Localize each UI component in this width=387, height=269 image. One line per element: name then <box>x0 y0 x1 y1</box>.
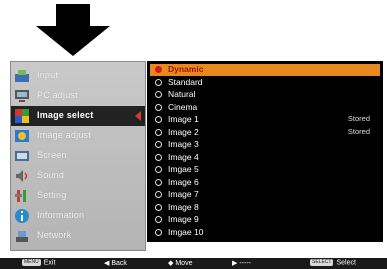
radio-icon <box>155 203 162 211</box>
down-arrow-icon <box>36 4 110 56</box>
move-hint[interactable]: ◆ Move <box>168 259 192 267</box>
image-select-icon <box>15 109 29 123</box>
option-image-5[interactable]: Imgae 5 <box>150 164 380 176</box>
sound-icon <box>16 170 28 182</box>
information-icon <box>15 209 29 223</box>
image-adjust-icon <box>15 130 29 142</box>
option-image-1[interactable]: Image 1 Stored <box>150 114 380 126</box>
sidebar-item-label: Screen <box>37 150 67 160</box>
select-label: Select <box>336 259 356 267</box>
sidebar-item-label: Setting <box>37 190 67 200</box>
sidebar-item-label: Image select <box>37 110 94 120</box>
image-mode-list: Dynamic Standard Natural Cinema Image 1 … <box>147 61 383 242</box>
right-arrow-icon: ▶ <box>232 260 238 267</box>
option-label: Cinema <box>168 101 198 112</box>
option-label: Natural <box>168 89 196 99</box>
sidebar-item-information[interactable]: Information <box>11 206 145 226</box>
move-arrows-icon: ◆ <box>168 260 174 267</box>
option-label: Image 7 <box>168 189 199 199</box>
radio-icon <box>155 103 162 111</box>
radio-icon <box>155 128 162 136</box>
option-image-6[interactable]: Image 6 <box>150 177 380 189</box>
option-status: Stored <box>347 126 370 136</box>
back-label: Back <box>111 260 127 267</box>
option-status: Stored <box>347 114 370 123</box>
active-marker <box>135 111 141 121</box>
option-image-10[interactable]: Imgae 10 <box>150 227 380 239</box>
sidebar-item-sound[interactable]: Sound <box>11 166 145 186</box>
back-hint[interactable]: ◀ Back <box>104 259 127 267</box>
option-image-9[interactable]: Image 9 <box>150 214 380 226</box>
next-label: ----- <box>239 260 251 267</box>
sidebar-item-screen[interactable]: Screen <box>11 146 145 166</box>
move-label: Move <box>175 260 193 267</box>
radio-icon <box>155 228 162 236</box>
exit-hint[interactable]: MENU Exit <box>22 259 55 266</box>
option-image-4[interactable]: Image 4 <box>150 152 380 164</box>
option-dynamic[interactable]: Dynamic <box>150 64 380 76</box>
main-menu-sidebar: Input PC adjust Image select Image adjus… <box>10 61 146 251</box>
option-label: Image 9 <box>168 214 199 224</box>
sidebar-item-setting[interactable]: Setting <box>11 186 145 206</box>
radio-icon <box>155 91 162 98</box>
pc-adjust-icon <box>15 90 29 102</box>
projector-osd-menu: Input PC adjust Image select Image adjus… <box>0 56 387 269</box>
sidebar-item-label: Image adjust <box>37 130 91 140</box>
screen-icon <box>15 151 29 161</box>
radio-selected-icon <box>155 66 162 73</box>
option-label: Imgae 5 <box>168 164 199 174</box>
sidebar-item-image-select[interactable]: Image select <box>11 106 145 126</box>
option-cinema[interactable]: Cinema <box>150 102 380 114</box>
next-hint[interactable]: ▶ ----- <box>232 259 251 267</box>
setting-icon <box>15 190 26 202</box>
option-standard[interactable]: Standard <box>150 77 380 89</box>
radio-icon <box>155 216 162 223</box>
option-label: Image 6 <box>168 176 199 187</box>
option-label: Imgae 10 <box>168 226 204 237</box>
option-natural[interactable]: Natural <box>150 89 380 101</box>
sidebar-item-input[interactable]: Input <box>11 66 145 86</box>
option-label: Standard <box>168 76 203 87</box>
exit-label: Exit <box>43 259 56 267</box>
sidebar-item-label: PC adjust <box>37 90 78 100</box>
menu-key-icon: MENU <box>22 259 41 266</box>
radio-icon <box>155 191 162 198</box>
option-image-3[interactable]: Image 3 <box>150 139 380 151</box>
guide-bar: MENU Exit ◀ Back ◆ Move ▶ ----- SELECT Sel… <box>0 258 387 269</box>
sidebar-item-pc-adjust[interactable]: PC adjust <box>11 86 145 106</box>
option-label: Image 1 <box>168 114 199 124</box>
option-label: Image 4 <box>168 151 199 162</box>
radio-icon <box>155 166 162 173</box>
radio-icon <box>155 141 162 148</box>
radio-icon <box>155 178 162 186</box>
sidebar-item-network[interactable]: Network <box>11 226 145 246</box>
input-icon <box>15 70 29 82</box>
option-label: Image 8 <box>168 201 199 212</box>
option-label: Dynamic <box>168 64 204 74</box>
option-image-8[interactable]: Image 8 <box>150 202 380 214</box>
sidebar-item-label: Sound <box>37 170 65 180</box>
sidebar-item-image-adjust[interactable]: Image adjust <box>11 126 145 146</box>
network-icon <box>16 231 28 242</box>
radio-icon <box>155 116 162 123</box>
option-label: Image 3 <box>168 139 199 149</box>
option-label: Image 2 <box>168 126 199 137</box>
option-image-2[interactable]: Image 2 Stored <box>150 127 380 139</box>
left-arrow-icon: ◀ <box>104 260 110 267</box>
select-hint[interactable]: SELECT Select <box>310 259 356 266</box>
option-image-7[interactable]: Image 7 <box>150 189 380 201</box>
sidebar-item-label: Information <box>37 210 85 220</box>
sidebar-item-label: Network <box>37 230 72 240</box>
radio-icon <box>155 153 162 161</box>
select-key-icon: SELECT <box>310 259 334 266</box>
radio-icon <box>155 78 162 86</box>
sidebar-item-label: Input <box>37 70 59 80</box>
